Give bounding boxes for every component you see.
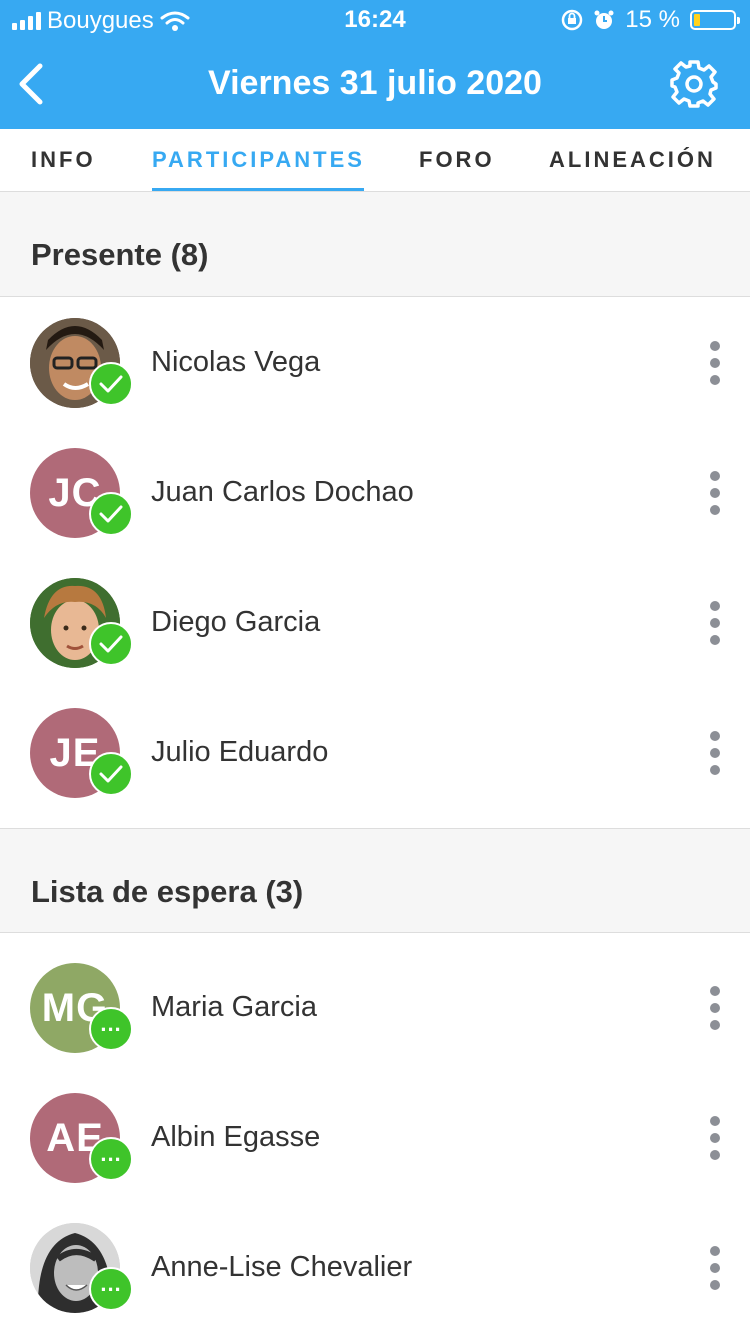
gear-icon[interactable] <box>668 58 720 110</box>
participant-name: Albin Egasse <box>151 1121 321 1153</box>
app-header: Bouygues 16:24 15 % Viernes 31 julio 202… <box>0 0 750 129</box>
more-options-icon[interactable] <box>708 341 722 385</box>
section-title: Lista de espera (3) <box>31 874 304 909</box>
title-bar: Viernes 31 julio 2020 <box>0 42 750 129</box>
rotation-lock-icon <box>562 9 583 31</box>
tab-info[interactable]: INFO <box>31 147 96 173</box>
tab-foro[interactable]: FORO <box>419 147 495 173</box>
more-options-icon[interactable] <box>708 986 722 1030</box>
page-title: Viernes 31 julio 2020 <box>208 64 542 102</box>
section-present-header: Presente (8) <box>0 192 750 297</box>
more-options-icon[interactable] <box>708 601 722 645</box>
status-bar: Bouygues 16:24 15 % <box>0 0 750 42</box>
battery-icon <box>690 10 740 30</box>
participant-name: Diego Garcia <box>151 606 321 638</box>
list-item[interactable]: Nicolas Vega <box>0 298 750 428</box>
pending-dots-icon: ... <box>89 1137 133 1181</box>
tab-participantes[interactable]: PARTICIPANTES <box>152 147 365 173</box>
tab-bar: INFO PARTICIPANTES FORO ALINEACIÓN <box>0 129 750 192</box>
more-options-icon[interactable] <box>708 471 722 515</box>
participant-name: Julio Eduardo <box>151 736 329 768</box>
section-waiting-header: Lista de espera (3) <box>0 828 750 933</box>
list-item[interactable]: JE Julio Eduardo <box>0 688 750 818</box>
pending-dots-icon: ... <box>89 1267 133 1311</box>
participant-name: Anne-Lise Chevalier <box>151 1251 413 1283</box>
more-options-icon[interactable] <box>708 1246 722 1290</box>
list-item[interactable]: ... Anne-Lise Chevalier <box>0 1203 750 1333</box>
participant-name: Nicolas Vega <box>151 346 321 378</box>
list-item[interactable]: MG ... Maria Garcia <box>0 943 750 1073</box>
confirmed-check-icon <box>89 362 133 406</box>
tab-alineacion[interactable]: ALINEACIÓN <box>549 147 716 173</box>
list-item[interactable]: AE ... Albin Egasse <box>0 1073 750 1203</box>
confirmed-check-icon <box>89 622 133 666</box>
active-tab-indicator <box>152 188 364 191</box>
more-options-icon[interactable] <box>708 731 722 775</box>
pending-dots-icon: ... <box>89 1007 133 1051</box>
participant-name: Maria Garcia <box>151 991 317 1023</box>
confirmed-check-icon <box>89 752 133 796</box>
battery-percent: 15 % <box>625 6 680 33</box>
participant-name: Juan Carlos Dochao <box>151 476 414 508</box>
confirmed-check-icon <box>89 492 133 536</box>
status-right: 15 % <box>561 6 740 34</box>
more-options-icon[interactable] <box>708 1116 722 1160</box>
list-item[interactable]: JC Juan Carlos Dochao <box>0 428 750 558</box>
alarm-icon <box>594 10 614 29</box>
section-title: Presente (8) <box>31 237 209 272</box>
list-item[interactable]: Diego Garcia <box>0 558 750 688</box>
